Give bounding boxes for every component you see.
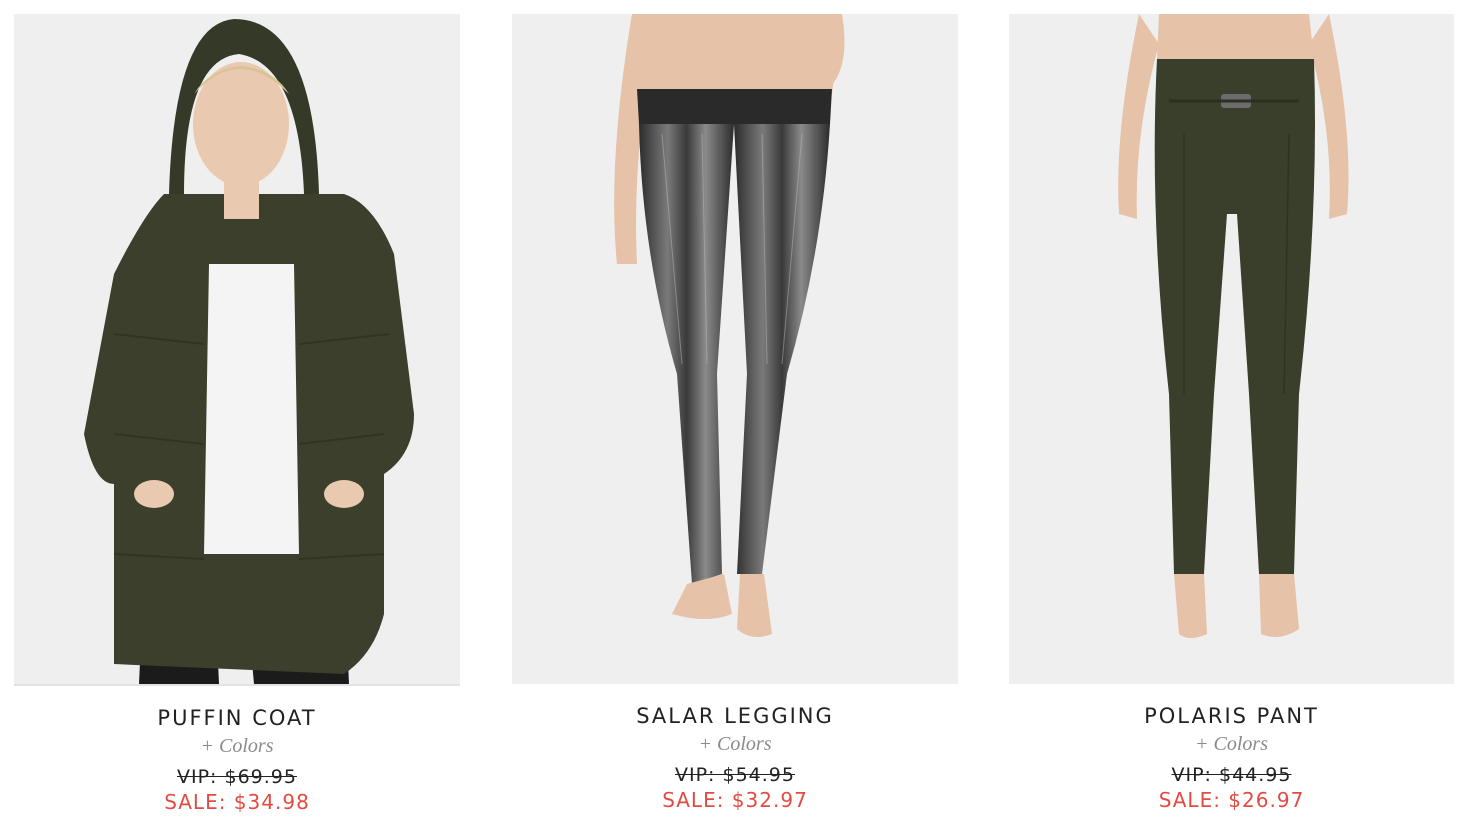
- sale-price: SALE: $34.98: [164, 790, 310, 814]
- more-colors-link[interactable]: + Colors: [14, 735, 460, 758]
- more-colors-link[interactable]: + Colors: [512, 733, 958, 756]
- product-card-salar-legging[interactable]: SALAR LEGGING + Colors VIP: $54.95 SALE:…: [512, 14, 958, 812]
- product-image-salar-legging[interactable]: [512, 14, 958, 684]
- product-grid: PUFFIN COAT + Colors VIP: $69.95 SALE: $…: [0, 0, 1478, 826]
- product-title[interactable]: SALAR LEGGING: [512, 704, 958, 728]
- vip-price: VIP: $54.95: [675, 764, 795, 786]
- product-image-polaris-pant[interactable]: [1009, 14, 1454, 684]
- sale-price: SALE: $26.97: [1158, 788, 1305, 812]
- vip-price: VIP: $69.95: [177, 766, 297, 788]
- product-card-polaris-pant[interactable]: POLARIS PANT + Colors VIP: $44.95 SALE: …: [1009, 14, 1454, 812]
- product-card-puffin-coat[interactable]: PUFFIN COAT + Colors VIP: $69.95 SALE: $…: [14, 14, 460, 814]
- product-image-puffin-coat[interactable]: [14, 14, 460, 686]
- vip-price: VIP: $44.95: [1171, 764, 1292, 786]
- product-title[interactable]: PUFFIN COAT: [14, 706, 460, 730]
- sale-price: SALE: $32.97: [662, 788, 808, 812]
- product-title[interactable]: POLARIS PANT: [1009, 704, 1454, 728]
- more-colors-link[interactable]: + Colors: [1009, 733, 1454, 756]
